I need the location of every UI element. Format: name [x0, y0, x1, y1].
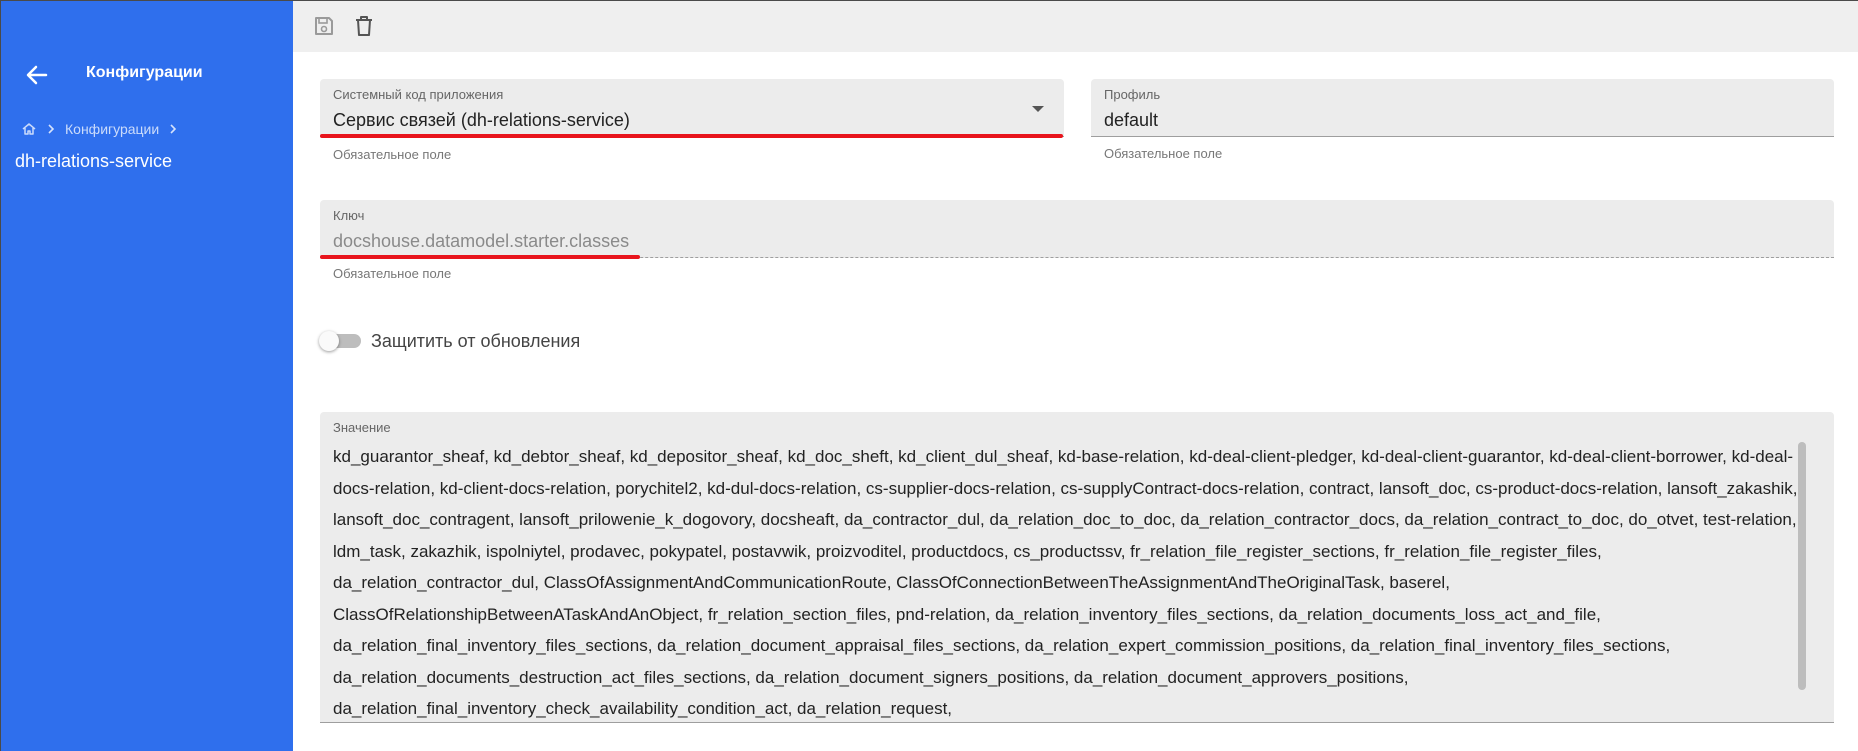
arrow-left-icon — [26, 65, 48, 85]
save-icon — [315, 17, 333, 35]
app-code-label: Системный код приложения — [333, 87, 504, 102]
toggle-thumb — [319, 331, 339, 351]
field-underline — [320, 722, 1834, 723]
value-textarea[interactable]: Значение kd_guarantor_sheaf, kd_debtor_s… — [320, 412, 1834, 723]
protect-toggle[interactable] — [319, 331, 363, 351]
red-annotation-underline — [320, 134, 1063, 138]
sidebar: Конфигурации Конфигурации dh-relations-s… — [1, 1, 293, 751]
caret-down-icon[interactable] — [1032, 106, 1044, 112]
save-button[interactable] — [311, 13, 337, 39]
value-label: Значение — [333, 420, 391, 435]
chevron-right-icon — [45, 123, 57, 135]
toolbar — [293, 1, 1858, 52]
field-underline — [1091, 136, 1834, 137]
home-icon[interactable] — [21, 122, 37, 136]
sidebar-title: Конфигурации — [86, 64, 203, 81]
back-button[interactable] — [23, 61, 51, 89]
value-text: kd_guarantor_sheaf, kd_debtor_sheaf, kd_… — [333, 447, 1798, 718]
key-label: Ключ — [333, 208, 365, 223]
key-field: Ключ docshouse.datamodel.starter.classes — [320, 200, 1834, 258]
key-value: docshouse.datamodel.starter.classes — [333, 231, 630, 251]
breadcrumb-link-configurations[interactable]: Конфигурации — [65, 121, 159, 137]
red-annotation-underline — [320, 255, 640, 259]
trash-icon — [356, 16, 372, 36]
chevron-right-icon — [167, 123, 179, 135]
app-code-select[interactable]: Системный код приложения Сервис связей (… — [320, 79, 1064, 137]
profile-label: Профиль — [1104, 87, 1161, 102]
current-item-name: dh-relations-service — [15, 151, 173, 171]
app-code-value: Сервис связей (dh-relations-service) — [333, 110, 630, 130]
profile-hint: Обязательное поле — [1104, 146, 1223, 161]
breadcrumb: Конфигурации — [21, 121, 179, 137]
profile-value: default — [1104, 110, 1159, 130]
scrollbar[interactable] — [1798, 442, 1806, 690]
protect-toggle-label: Защитить от обновления — [371, 331, 581, 351]
profile-field[interactable]: Профиль default — [1091, 79, 1834, 137]
delete-button[interactable] — [351, 13, 377, 39]
app-code-hint: Обязательное поле — [333, 147, 452, 162]
key-hint: Обязательное поле — [333, 266, 452, 281]
